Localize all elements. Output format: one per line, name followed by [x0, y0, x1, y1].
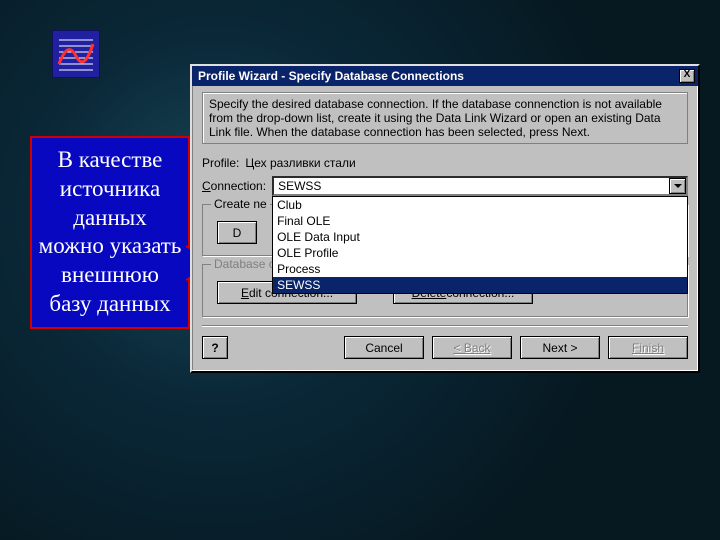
dropdown-option[interactable]: Club [273, 197, 687, 213]
dropdown-option-selected[interactable]: SEWSS [273, 277, 687, 293]
profile-row: Profile: Цех разливки стали [202, 156, 688, 170]
close-button[interactable]: X [679, 69, 695, 83]
next-button[interactable]: Next > [520, 336, 600, 359]
app-icon [52, 30, 100, 78]
dropdown-option[interactable]: OLE Data Input [273, 229, 687, 245]
profile-wizard-window: Profile Wizard - Specify Database Connec… [190, 64, 700, 373]
dropdown-option[interactable]: OLE Profile [273, 245, 687, 261]
cancel-button[interactable]: Cancel [344, 336, 424, 359]
connection-row: Connection: SEWSS Club Final OLE OLE Dat… [202, 176, 688, 196]
connection-label: Connection: [202, 179, 266, 193]
connection-combobox[interactable]: SEWSS Club Final OLE OLE Data Input OLE … [272, 176, 688, 196]
data-link-wizard-button[interactable]: D [217, 221, 257, 244]
annotation-text: В качестве источника данных можно указат… [39, 147, 182, 316]
wizard-button-row: ? Cancel < Back Next > Finish [202, 325, 688, 361]
instruction-text: Specify the desired database connection.… [209, 97, 662, 139]
dropdown-option[interactable]: Final OLE [273, 213, 687, 229]
window-title: Profile Wizard - Specify Database Connec… [198, 69, 677, 83]
connection-value: SEWSS [274, 179, 669, 193]
profile-label: Profile: [202, 156, 239, 170]
titlebar: Profile Wizard - Specify Database Connec… [192, 66, 698, 86]
back-button: < Back [432, 336, 512, 359]
profile-value: Цех разливки стали [245, 156, 355, 170]
group-create-legend: Create ne [214, 197, 267, 211]
close-icon: X [684, 69, 691, 80]
dropdown-option[interactable]: Process [273, 261, 687, 277]
finish-button: Finish [608, 336, 688, 359]
help-button[interactable]: ? [202, 336, 228, 359]
annotation-callout: В качестве источника данных можно указат… [30, 136, 190, 329]
instruction-panel: Specify the desired database connection.… [202, 92, 688, 144]
connection-dropdown: Club Final OLE OLE Data Input OLE Profil… [272, 196, 688, 294]
chevron-down-icon[interactable] [669, 178, 686, 194]
